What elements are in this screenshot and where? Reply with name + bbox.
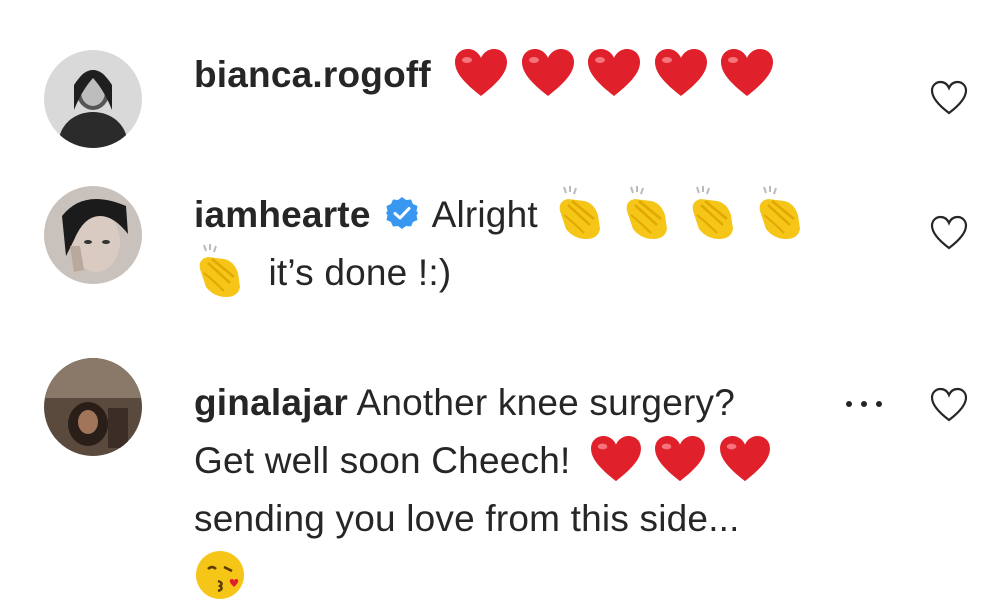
avatar[interactable] [44, 186, 142, 284]
avatar[interactable] [44, 50, 142, 148]
clapping-hands-icon [759, 186, 800, 240]
comment-line: ginalajar Another knee surgery? [194, 374, 834, 432]
red-heart-icon [521, 49, 574, 97]
verified-badge-icon [386, 197, 419, 230]
comment-line: it’s done !:) [194, 244, 834, 302]
red-heart-icon [719, 436, 770, 482]
red-heart-icon [654, 49, 707, 97]
comment-line: Get well soon Cheech! [194, 432, 834, 490]
avatar[interactable] [44, 358, 142, 456]
comment-text: Alright [431, 194, 538, 235]
comment-text: Get well soon Cheech! [194, 440, 571, 481]
clapping-hands-icon [559, 186, 601, 240]
heart-outline-icon [930, 80, 968, 115]
comment-text: sending you love from this side... [194, 498, 740, 539]
more-options-dot [861, 400, 867, 407]
more-options-dot [876, 400, 882, 407]
red-heart-icon [588, 49, 641, 97]
comment-line: iamhearte Alright [194, 186, 834, 244]
comment-line: sending you love from this side... [194, 490, 834, 548]
heart-outline-icon [930, 215, 968, 250]
more-options-icon [846, 400, 852, 407]
red-heart-icon [721, 49, 774, 97]
like-button[interactable] [929, 80, 969, 116]
clapping-hands-icon [199, 244, 240, 298]
comment-line: bianca.rogoff [194, 46, 834, 104]
clapping-hands-icon [692, 186, 734, 240]
comment-text: Another knee surgery? [356, 382, 735, 423]
clapping-hands-icon [626, 186, 667, 240]
heart-emoji-group [589, 436, 772, 482]
comment-line [194, 548, 834, 602]
red-heart-icon [590, 436, 641, 482]
comment-username[interactable]: ginalajar [194, 382, 348, 423]
clap-emoji-group [554, 186, 809, 240]
comment-username[interactable]: bianca.rogoff [194, 54, 431, 95]
more-options-button[interactable] [846, 395, 894, 415]
kissing-face-icon [196, 551, 244, 600]
red-heart-icon [655, 436, 706, 482]
comment-username[interactable]: iamhearte [194, 194, 371, 235]
red-heart-icon [455, 49, 508, 97]
comments-list: bianca.rogoff iamhearte Alright it’s don… [0, 0, 1000, 602]
like-button[interactable] [929, 387, 969, 423]
comment-text: it’s done !:) [268, 252, 452, 293]
like-button[interactable] [929, 215, 969, 251]
heart-outline-icon [930, 387, 968, 422]
heart-emoji-group [453, 49, 775, 97]
